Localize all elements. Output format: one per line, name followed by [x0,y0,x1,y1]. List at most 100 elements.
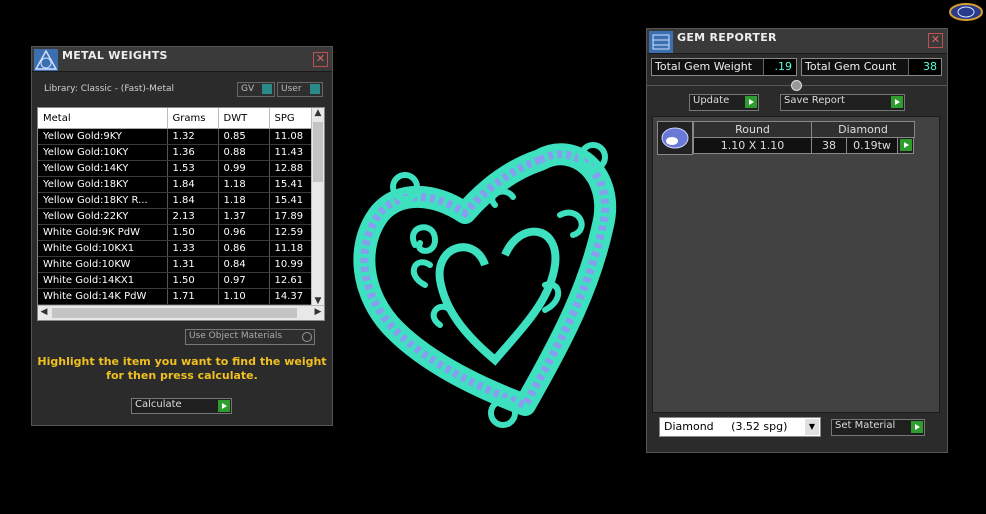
cell-spg: 11.43 [269,144,314,161]
cell-spg: 17.89 [269,208,314,225]
total-gem-weight-label: Total Gem Weight [655,60,753,73]
metal-weights-titlebar[interactable]: METAL WEIGHTS ✕ [32,47,332,72]
cell-metal: White Gold:14K PdW [38,288,168,305]
vertical-scroll-thumb[interactable] [313,122,323,182]
cell-spg: 11.08 [269,128,314,145]
table-row[interactable]: White Gold:10KX1 1.33 0.86 11.18 [38,240,314,257]
column-header-grams[interactable]: Grams [167,108,219,129]
cell-metal: White Gold:14KX1 [38,272,168,289]
gem-shape: Round [693,121,812,138]
scroll-right-icon[interactable]: ▶ [312,307,324,317]
table-row[interactable]: White Gold:14KX1 1.50 0.97 12.61 [38,272,314,289]
metal-weights-title: METAL WEIGHTS [62,49,168,62]
gv-toggle-icon [262,84,272,94]
cell-dwt: 1.37 [218,208,270,225]
metal-table-header: Metal Grams DWT SPG [38,108,314,129]
play-arrow-icon [745,96,757,108]
user-toggle-label: User [281,84,302,94]
material-select[interactable]: Diamond (3.52 spg) ▼ [659,417,821,437]
table-row[interactable]: Yellow Gold:9KY 1.32 0.85 11.08 [38,128,314,145]
cell-dwt: 0.85 [218,128,270,145]
update-label: Update [693,95,730,106]
calculate-label: Calculate [135,399,182,410]
gem-count: 38 [811,137,847,154]
cell-dwt: 0.97 [218,272,270,289]
update-button[interactable]: Update [689,94,759,111]
gem-reporter-title: GEM REPORTER [677,31,777,44]
table-row[interactable]: White Gold:10KW 1.31 0.84 10.99 [38,256,314,273]
heart-pendant-model[interactable] [345,135,635,435]
save-report-button[interactable]: Save Report [780,94,905,111]
table-row[interactable]: Yellow Gold:18KY 1.84 1.18 15.41 [38,176,314,193]
total-gem-weight-field: Total Gem Weight .19 [651,58,797,76]
column-header-metal[interactable]: Metal [38,108,168,129]
scroll-left-icon[interactable]: ◀ [38,307,50,317]
user-toggle[interactable]: User [277,82,323,97]
gem-weight: 0.19tw [846,137,898,154]
cell-dwt: 0.86 [218,240,270,257]
set-material-label: Set Material [835,420,896,431]
close-icon[interactable]: ✕ [313,52,328,67]
metal-weights-panel: METAL WEIGHTS ✕ Library: Classic - (Fast… [31,46,333,426]
table-vertical-scrollbar[interactable]: ▲ ▼ [311,108,324,306]
gem-details-button[interactable] [897,137,914,154]
cell-grams: 1.50 [167,272,219,289]
round-gem-icon [657,121,693,155]
cell-metal: White Gold:9K PdW [38,224,168,241]
table-row[interactable]: Yellow Gold:10KY 1.36 0.88 11.43 [38,144,314,161]
cell-metal: Yellow Gold:14KY [38,160,168,177]
set-material-button[interactable]: Set Material [831,419,925,436]
table-row[interactable]: Yellow Gold:18KY R... 1.84 1.18 15.41 [38,192,314,209]
total-gem-count-value: 38 [908,59,941,75]
table-row[interactable]: White Gold:14K PdW 1.71 1.10 14.37 [38,288,314,305]
gem-row[interactable]: Round Diamond 1.10 X 1.10 38 0.19tw [657,121,915,155]
cell-dwt: 0.96 [218,224,270,241]
column-header-spg[interactable]: SPG [269,108,314,129]
calculate-hint: Highlight the item you want to find the … [37,355,327,382]
cell-dwt: 1.18 [218,176,270,193]
table-horizontal-scrollbar[interactable]: ◀ ▶ [38,305,324,320]
cell-grams: 1.32 [167,128,219,145]
gem-reporter-titlebar[interactable]: GEM REPORTER ✕ [647,29,947,54]
cell-grams: 1.33 [167,240,219,257]
horizontal-scroll-thumb[interactable] [52,308,297,318]
cell-metal: White Gold:10KW [38,256,168,273]
material-select-value: Diamond (3.52 spg) [664,420,788,433]
gem-reporter-panel: GEM REPORTER ✕ Total Gem Weight .19 Tota… [646,28,948,453]
cell-grams: 1.71 [167,288,219,305]
use-object-materials-option[interactable]: Use Object Materials [185,329,315,345]
cell-grams: 2.13 [167,208,219,225]
gem-material: Diamond [811,121,915,138]
play-arrow-icon [891,96,903,108]
table-row[interactable]: Yellow Gold:14KY 1.53 0.99 12.88 [38,160,314,177]
metal-table[interactable]: Metal Grams DWT SPG Yellow Gold:9KY 1.32 0… [37,107,325,321]
table-row[interactable]: Yellow Gold:22KY 2.13 1.37 17.89 [38,208,314,225]
column-header-dwt[interactable]: DWT [218,108,270,129]
cell-metal: Yellow Gold:9KY [38,128,168,145]
table-row[interactable]: White Gold:9K PdW 1.50 0.96 12.59 [38,224,314,241]
gem-reporter-logo-icon [649,31,673,53]
gem-list[interactable]: Round Diamond 1.10 X 1.10 38 0.19tw [652,116,940,413]
cell-spg: 10.99 [269,256,314,273]
library-label: Library: Classic - (Fast)-Metal [44,84,175,94]
cell-spg: 12.88 [269,160,314,177]
app-badge-icon[interactable] [948,2,984,22]
cell-metal: Yellow Gold:10KY [38,144,168,161]
cell-dwt: 1.18 [218,192,270,209]
cell-grams: 1.31 [167,256,219,273]
total-gem-count-field: Total Gem Count 38 [801,58,942,76]
cell-spg: 14.37 [269,288,314,305]
close-icon[interactable]: ✕ [928,33,943,48]
gv-toggle-label: GV [241,84,255,94]
user-toggle-icon [310,84,320,94]
scroll-up-icon[interactable]: ▲ [312,108,324,118]
chevron-down-icon[interactable]: ▼ [805,419,819,435]
calculate-button[interactable]: Calculate [131,398,232,414]
gv-toggle[interactable]: GV [237,82,275,97]
total-gem-count-label: Total Gem Count [805,60,897,73]
radio-icon[interactable] [302,332,312,342]
splitter-handle[interactable] [791,80,802,91]
cell-dwt: 0.99 [218,160,270,177]
cell-grams: 1.84 [167,176,219,193]
cell-dwt: 1.10 [218,288,270,305]
